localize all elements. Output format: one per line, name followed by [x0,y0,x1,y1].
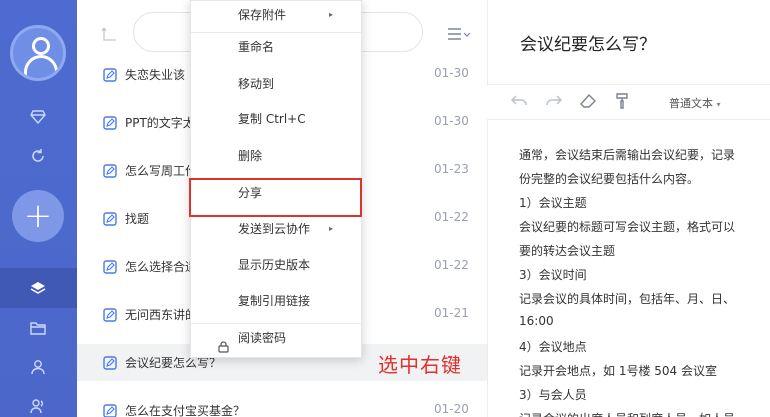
text-style-label: 普通文本 [669,97,713,110]
folder-icon[interactable] [26,316,50,340]
document-line[interactable]: 记录会议的具体时间，包括年、月、日、 [519,290,735,307]
note-date: 01-21 [434,306,469,320]
note-icon [103,403,117,417]
note-title: 怎么选择合适 [125,260,198,274]
document-line[interactable]: 份完整的会议纪要包括什么内容。 [519,170,699,187]
menu-item[interactable]: 保存附件 ▸ [191,0,361,32]
menu-item[interactable]: 复制引用链接 [191,284,361,318]
document-line[interactable]: 4）会议地点 [519,338,587,355]
avatar-body-shape [24,55,58,77]
note-icon [103,307,117,322]
note-icon [103,67,117,82]
menu-item[interactable]: 重命名 [191,30,361,64]
note-icon [103,211,117,226]
note-icon [103,163,117,178]
sidebar: + [0,0,77,417]
menu-item-label: 重命名 [238,40,275,54]
document-line[interactable]: 1）会议主题 [519,194,587,211]
menu-item[interactable]: 显示历史版本 [191,248,361,282]
note-date: 01-30 [434,66,469,80]
document-line[interactable]: 16:00 [519,314,554,328]
annotation-text: 选中右键 [378,353,462,377]
note-title: 无问西东讲的 [125,308,198,322]
note-icon [103,115,117,130]
menu-item-label: 复制 Ctrl+C [238,112,306,126]
add-button[interactable]: + [12,190,64,242]
format-painter-icon[interactable] [616,93,630,113]
undo-icon[interactable] [510,94,527,110]
menu-item-label: 显示历史版本 [238,258,311,272]
document-line[interactable]: 要的转达会议主题 [519,242,615,259]
group-icon[interactable] [26,394,50,417]
note-date: 01-30 [434,114,469,128]
back-arrow-icon[interactable] [101,26,117,41]
list-item[interactable]: 怎么在支付宝买基金？ 01-20 [77,392,487,417]
note-icon [103,259,117,274]
document-line[interactable]: 会议纪要的标题可写会议主题，格式可以 [519,218,735,235]
redo-icon[interactable] [546,94,563,110]
document-line[interactable]: 3）与会人员 [519,386,587,403]
eraser-icon[interactable] [580,93,596,112]
menu-item-label: 发送到云协作 [238,222,311,236]
avatar-head-shape [32,37,50,55]
chevron-down-icon: ▾ [716,100,721,109]
menu-item-label: 阅读密码 [238,331,287,345]
document-line[interactable]: 记录开会地点，如 1号楼 504 会议室 [519,362,717,379]
document-line[interactable]: 记录会议的出席人员和列席人员，如人员 [519,410,735,417]
note-title: 找题 [125,212,150,226]
submenu-arrow-icon: ▸ [328,224,333,233]
menu-item[interactable]: 发送到云协作 ▸ [191,212,361,246]
document-line[interactable]: 3）会议时间 [519,266,587,283]
note-title: 怎么写周工作 [125,164,198,178]
menu-item[interactable]: 移动到 [191,67,361,101]
note-title: PPT的文字太 [125,116,195,130]
note-date: 01-20 [434,402,469,416]
lock-icon [218,332,229,353]
sync-icon[interactable] [26,144,50,168]
app-window: + 失恋失业该 01-30 PPT的文字太 01-30 怎么写周工作 01-23 找题 01-… [0,0,770,417]
note-title: 怎么在支付宝买基金？ [125,404,246,417]
layers-icon [26,276,50,300]
sort-menu-icon[interactable] [447,26,471,42]
text-style-select[interactable]: 普通文本 ▾ [669,95,721,111]
submenu-arrow-icon: ▸ [328,10,333,19]
document-title[interactable]: 会议纪要怎么写？ [520,30,656,55]
menu-item-label: 移动到 [238,77,275,91]
menu-item-label: 删除 [238,149,263,163]
diamond-icon[interactable] [26,105,50,129]
note-date: 01-22 [434,210,469,224]
menu-item[interactable]: 阅读密码 [191,321,361,355]
menu-item-label: 复制引用链接 [238,294,311,308]
user-icon[interactable] [26,355,50,379]
note-date: 01-23 [434,162,469,176]
document-line[interactable]: 通常，会议结束后需输出会议纪要，记录 [519,146,735,163]
share-highlight-box [189,178,362,217]
menu-item[interactable]: 复制 Ctrl+C [191,102,361,136]
menu-item[interactable]: 删除 [191,139,361,173]
note-icon [103,355,117,370]
note-date: 01-22 [434,258,469,272]
menu-item-label: 保存附件 [238,8,287,22]
note-title: 失恋失业该 [125,68,186,82]
avatar[interactable] [10,25,66,81]
